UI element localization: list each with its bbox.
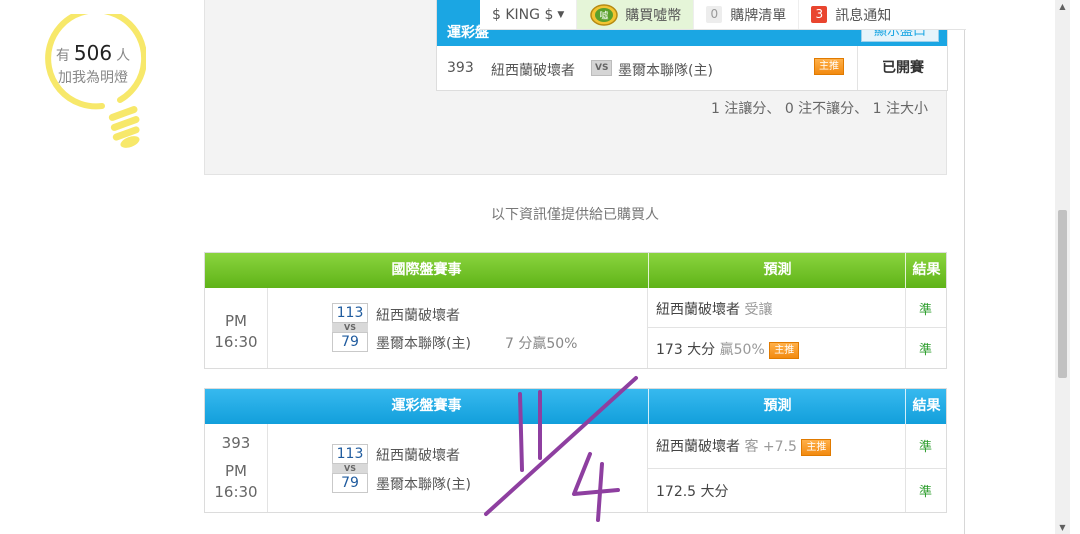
scoreboard: 113 VS 79	[332, 303, 368, 352]
match-code: 393	[447, 60, 474, 76]
col-header-prediction: 預測	[648, 389, 906, 424]
featured-tag: 主推	[814, 58, 844, 75]
time-clock: 16:30	[214, 333, 258, 351]
result-spread: 準	[918, 440, 932, 455]
home-score: 113	[332, 303, 368, 323]
pred-note: 受讓	[744, 302, 773, 318]
pred-team: 紐西蘭破壞者	[656, 302, 740, 318]
buy-coin-label: 購買噓幣	[625, 7, 682, 24]
away-team: 墨爾本聯隊(主)	[376, 477, 471, 493]
vs-label: VS	[332, 323, 368, 332]
result-total: 準	[918, 485, 932, 500]
time-clock: 16:30	[214, 483, 258, 501]
purchase-list-link[interactable]: 0 購牌清單	[693, 0, 798, 29]
match-code: 393	[221, 434, 251, 452]
home-team: 紐西蘭破壞者	[376, 308, 460, 324]
username: $ KING $	[492, 6, 554, 23]
divider	[905, 468, 946, 469]
result-spread: 準	[918, 303, 932, 318]
time-ampm: PM	[225, 312, 247, 330]
time-ampm: PM	[225, 462, 247, 480]
lottery-table-header: 運彩盤賽事 預測 結果	[205, 389, 946, 424]
col-header-result: 結果	[905, 389, 947, 424]
follow-action-label[interactable]: 加我為明燈	[40, 67, 146, 89]
coin-icon-glyph: 噓	[600, 9, 609, 21]
home-team: 紐西蘭破壞者	[491, 63, 575, 79]
prediction-cell: 紐西蘭破壞者 受讓 173 大分 贏50% 主推	[648, 288, 906, 368]
notification-count-badge: 3	[811, 6, 828, 23]
handicap-result: 7 分贏50%	[505, 336, 578, 352]
pick-row: 393 紐西蘭破壞者 VS 墨爾本聯隊(主) 主推 已開賽	[437, 46, 947, 90]
lottery-table: 運彩盤賽事 預測 結果 393 PM 16:30 113 VS 79 紐西蘭破壞…	[204, 388, 947, 513]
pick-summary: 1 注讓分、 0 注不讓分、 1 注大小	[711, 101, 928, 117]
home-team: 紐西蘭破壞者	[376, 448, 460, 464]
pred-win-note: 贏50%	[719, 342, 765, 358]
purchaser-notice: 以下資訊僅提供給已購買人	[491, 207, 659, 223]
follower-count: 506	[73, 41, 113, 65]
scroll-thumb[interactable]	[1058, 210, 1067, 378]
scroll-down-icon[interactable]: ▼	[1055, 523, 1070, 532]
pred-team: 紐西蘭破壞者	[656, 439, 740, 455]
divider	[905, 327, 946, 328]
match-cell: 113 VS 79 紐西蘭破壞者 墨爾本聯隊(主)	[267, 424, 648, 512]
away-team: 墨爾本聯隊(主)	[618, 63, 713, 79]
col-header-match: 國際盤賽事	[391, 262, 462, 278]
table-row: PM 16:30 113 VS 79 紐西蘭破壞者 墨爾本聯隊(主) 7 分贏5…	[205, 288, 946, 368]
buy-coin-button[interactable]: 噓 購買噓幣	[576, 0, 694, 29]
away-score: 79	[332, 473, 368, 493]
featured-tag: 主推	[801, 439, 832, 456]
away-team: 墨爾本聯隊(主)	[376, 336, 471, 352]
match-time: PM 16:30	[205, 288, 268, 368]
main-content: 運彩盤 顯示盤口 393 紐西蘭破壞者 VS 墨爾本聯隊(主) 主推 已開賽 1…	[186, 0, 965, 534]
user-menu[interactable]: $ KING $ ▼	[480, 0, 576, 29]
notifications-link[interactable]: 3 訊息通知	[798, 0, 903, 29]
prediction-cell: 紐西蘭破壞者 客 +7.5 主推 172.5 大分	[648, 424, 906, 512]
bulb-prefix: 有	[55, 48, 70, 64]
match-cell: 113 VS 79 紐西蘭破壞者 墨爾本聯隊(主) 7 分贏50%	[267, 288, 648, 368]
result-total: 準	[918, 343, 932, 358]
vs-badge: VS	[591, 60, 613, 76]
scoreboard: 113 VS 79	[332, 444, 368, 493]
col-header-prediction: 預測	[648, 253, 906, 288]
follower-widget[interactable]: 有 506 人 加我為明燈	[40, 42, 146, 89]
purchase-list-label: 購牌清單	[730, 7, 787, 24]
result-cell: 準 準	[905, 424, 946, 512]
vs-label: VS	[332, 464, 368, 473]
international-table: 國際盤賽事 預測 結果 PM 16:30 113 VS 79 紐西蘭破壞者 墨爾…	[204, 252, 947, 369]
divider	[648, 327, 905, 328]
caret-down-icon: ▼	[557, 9, 565, 20]
result-cell: 準 準	[905, 288, 946, 368]
divider	[648, 468, 905, 469]
top-navbar: $ KING $ ▼ 噓 購買噓幣 0 購牌清單 3 訊息通知	[480, 0, 966, 30]
match-time: 393 PM 16:30	[205, 424, 268, 512]
pred-note: 客 +7.5	[744, 439, 797, 455]
page-scrollbar[interactable]: ▲ ▼	[1055, 0, 1070, 534]
left-sidebar: 有 506 人 加我為明燈	[0, 0, 187, 534]
international-table-header: 國際盤賽事 預測 結果	[205, 253, 946, 288]
away-score: 79	[332, 332, 368, 352]
col-header-result: 結果	[905, 253, 947, 288]
table-row: 393 PM 16:30 113 VS 79 紐西蘭破壞者 墨爾本聯隊(主) 紐…	[205, 424, 946, 512]
pred-total: 173 大分	[656, 342, 716, 358]
bulb-suffix: 人	[116, 48, 131, 64]
prediction-spread: 紐西蘭破壞者 客 +7.5 主推	[648, 436, 905, 456]
col-header-match: 運彩盤賽事	[391, 398, 462, 414]
match-status: 已開賽	[857, 46, 948, 90]
featured-tag: 主推	[769, 342, 800, 359]
prediction-total: 172.5 大分	[656, 484, 729, 500]
home-score: 113	[332, 444, 368, 464]
prediction-spread: 紐西蘭破壞者 受讓	[648, 299, 905, 319]
scroll-up-icon[interactable]: ▲	[1055, 2, 1070, 11]
cart-count-badge: 0	[706, 6, 723, 23]
coin-icon: 噓	[590, 3, 619, 26]
notifications-label: 訊息通知	[835, 7, 892, 24]
prediction-total: 173 大分 贏50% 主推	[648, 339, 905, 359]
